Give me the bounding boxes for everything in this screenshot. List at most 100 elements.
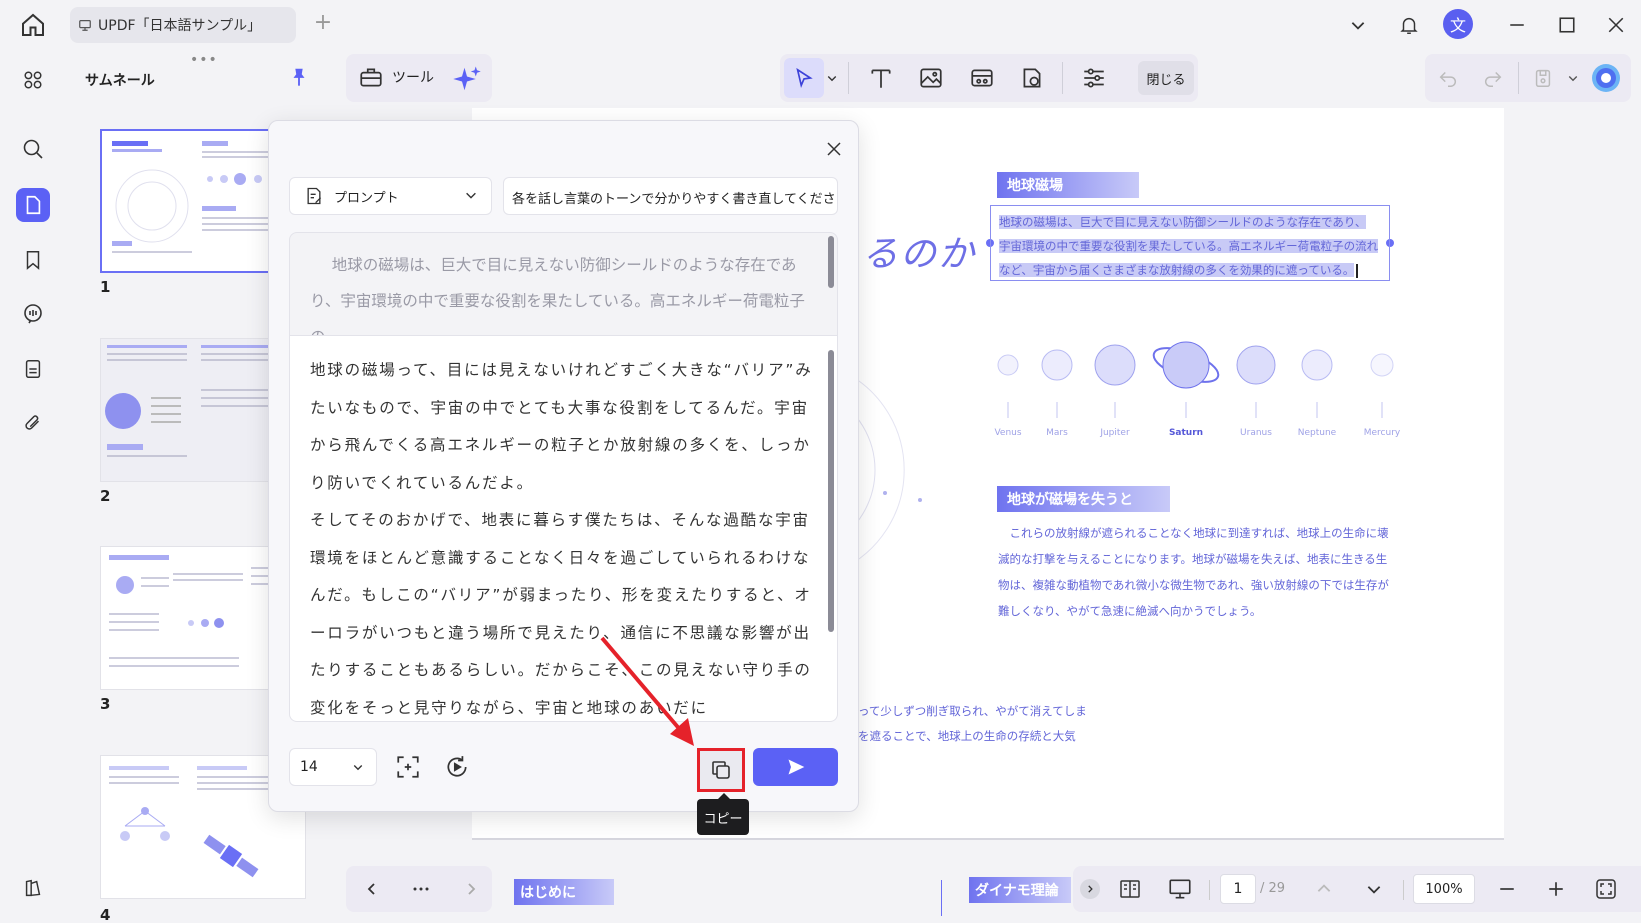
home-icon[interactable] (18, 10, 48, 40)
bookmark-chip[interactable]: はじめに (514, 879, 614, 905)
watermark-icon[interactable] (1016, 62, 1048, 94)
add-image-icon[interactable] (915, 62, 947, 94)
new-tab-button[interactable]: + (311, 12, 335, 36)
zoom-in-icon[interactable] (1543, 876, 1569, 902)
close-window-icon[interactable] (1601, 10, 1631, 40)
chevron-down-icon[interactable] (1343, 10, 1373, 40)
thumbnails-icon[interactable] (16, 188, 50, 222)
ai-logo-icon[interactable] (1590, 62, 1622, 94)
comment-icon[interactable] (16, 297, 50, 331)
prompt-dropdown-label: プロンプト (334, 190, 399, 206)
copy-icon (709, 758, 733, 782)
prompt-dropdown[interactable]: プロンプト (289, 177, 492, 215)
body-paragraph[interactable]: これらの放射線が遮られることなく地球に到達すれば、地球上の生命に壊滅的な打撃を与… (998, 520, 1390, 624)
page-edge (472, 838, 1504, 840)
toolbox-icon (358, 64, 384, 90)
planet-label: Saturn (1168, 428, 1204, 438)
tools-button[interactable]: ツール (358, 64, 434, 90)
toolbar-divider (1403, 880, 1404, 900)
page-total: / 29 (1260, 881, 1286, 896)
properties-icon[interactable] (1078, 62, 1110, 94)
presentation-icon[interactable] (1167, 876, 1193, 902)
result-paragraph: 地球の磁場って、目には見えないけれどすごく大きな“バリア”みたいなもので、宇宙の… (310, 361, 813, 492)
document-tab[interactable]: UPDF「日本語サンプル」 (70, 7, 296, 43)
zoom-out-icon[interactable] (1494, 876, 1520, 902)
page-number-label: 4 (100, 906, 111, 923)
add-link-icon[interactable] (966, 62, 998, 94)
minimize-icon[interactable] (1502, 10, 1532, 40)
chevron-down-icon[interactable] (826, 72, 838, 84)
selected-line: など、宇宙から届くさまざまな放射線の多くを効果的に遮っている。 (999, 263, 1355, 277)
prompt-input[interactable]: 各を話し言葉のトーンで分かりやすく書き直してください (503, 177, 838, 215)
chevron-down-icon (352, 761, 364, 773)
thumbnail-panel-title: サムネール (85, 73, 155, 89)
selected-text-block[interactable]: 地球の磁場は、巨大で目に見えない防御シールドのような存在であり、 宇宙環境の中で… (990, 205, 1390, 281)
add-text-icon[interactable] (865, 62, 897, 94)
regenerate-icon[interactable] (441, 751, 473, 783)
fit-page-icon[interactable] (1593, 876, 1619, 902)
chevron-left-icon[interactable] (359, 876, 385, 902)
toolbar-divider (1062, 62, 1063, 94)
page-number-label: 1 (100, 278, 111, 296)
section-heading[interactable]: 地球磁場 (997, 172, 1139, 198)
bookmark-icon[interactable] (16, 243, 50, 277)
page-number-input[interactable]: 1 (1220, 874, 1256, 904)
prompt-icon (304, 186, 324, 206)
chevron-down-icon[interactable] (1361, 876, 1387, 902)
cursor-icon (793, 67, 815, 89)
section-heading[interactable]: 地球が磁場を失うと (997, 486, 1170, 512)
close-icon[interactable] (820, 135, 848, 163)
document-tab-title: UPDF「日本語サンプル」 (98, 18, 262, 34)
toolbar-divider (848, 62, 849, 94)
result-text-box[interactable]: 地球の磁場って、目には見えないけれどすごく大きな“バリア”みたいなもので、宇宙の… (289, 336, 838, 722)
close-edit-button[interactable]: 閉じる (1138, 61, 1194, 95)
panel-grip[interactable]: ••• (190, 52, 218, 68)
page-divider (941, 880, 942, 916)
result-scrollbar[interactable] (828, 350, 834, 632)
source-scrollbar[interactable] (828, 236, 834, 288)
copy-button[interactable] (697, 748, 745, 792)
more-icon[interactable] (408, 876, 434, 902)
font-size-value: 14 (300, 759, 318, 775)
bell-icon[interactable] (1394, 10, 1424, 40)
undo-icon[interactable] (1432, 62, 1464, 94)
redo-icon[interactable] (1477, 62, 1509, 94)
page-number-label: 2 (100, 487, 111, 505)
maximize-icon[interactable] (1552, 10, 1582, 40)
toolbar-divider (1518, 62, 1519, 94)
pin-icon[interactable] (288, 66, 310, 88)
page-heading-fragment: るのか (862, 234, 977, 275)
bookmark-chip[interactable]: ダイナモ理論 (969, 877, 1071, 903)
result-paragraph: そしてそのおかげで、地表に暮らす僕たちは、そんな過酷な宇宙環境をほとんど意識する… (310, 511, 812, 717)
selected-line: 地球の磁場は、巨大で目に見えない防御シールドのような存在であり、 (999, 215, 1367, 229)
tools-label: ツール (392, 70, 434, 86)
stamp-icon[interactable] (16, 352, 50, 386)
attachment-icon[interactable] (16, 406, 50, 440)
chevron-up-icon[interactable] (1311, 876, 1337, 902)
body-text-fragment[interactable]: って少しずつ削ぎ取られ、やがて消えてしま (858, 703, 1087, 719)
planet-label: Neptune (1297, 428, 1337, 438)
page-layout-icon[interactable] (1117, 876, 1143, 902)
theme-icon[interactable] (16, 871, 50, 905)
avatar[interactable]: 文 (1443, 9, 1473, 39)
page-number-label: 3 (100, 695, 111, 713)
send-icon (786, 757, 806, 777)
expand-sidebar-icon[interactable] (1080, 879, 1100, 899)
body-text-fragment[interactable]: を遮ることで、地球上の生命の存続と大気 (858, 728, 1076, 744)
planet-label: Uranus (1240, 428, 1272, 438)
chevron-down-icon[interactable] (464, 188, 478, 202)
toolbar-divider (1209, 880, 1210, 900)
ai-assistant-icon[interactable] (452, 64, 482, 94)
copy-tooltip: コピー (697, 799, 749, 835)
expand-icon[interactable] (392, 751, 424, 783)
send-button[interactable] (753, 748, 838, 786)
save-icon[interactable] (1527, 62, 1559, 94)
source-text-box[interactable]: 地球の磁場は、巨大で目に見えない防御シールドのような存在であり、宇宙環境の中で重… (289, 232, 838, 336)
chevron-down-icon[interactable] (1567, 72, 1579, 84)
zoom-level[interactable]: 100% (1413, 874, 1475, 904)
chevron-right-icon[interactable] (458, 876, 484, 902)
search-icon[interactable] (16, 132, 50, 166)
select-tool-button[interactable] (784, 58, 824, 98)
organize-pages-icon[interactable] (16, 63, 50, 97)
font-size-select[interactable]: 14 (289, 748, 377, 786)
